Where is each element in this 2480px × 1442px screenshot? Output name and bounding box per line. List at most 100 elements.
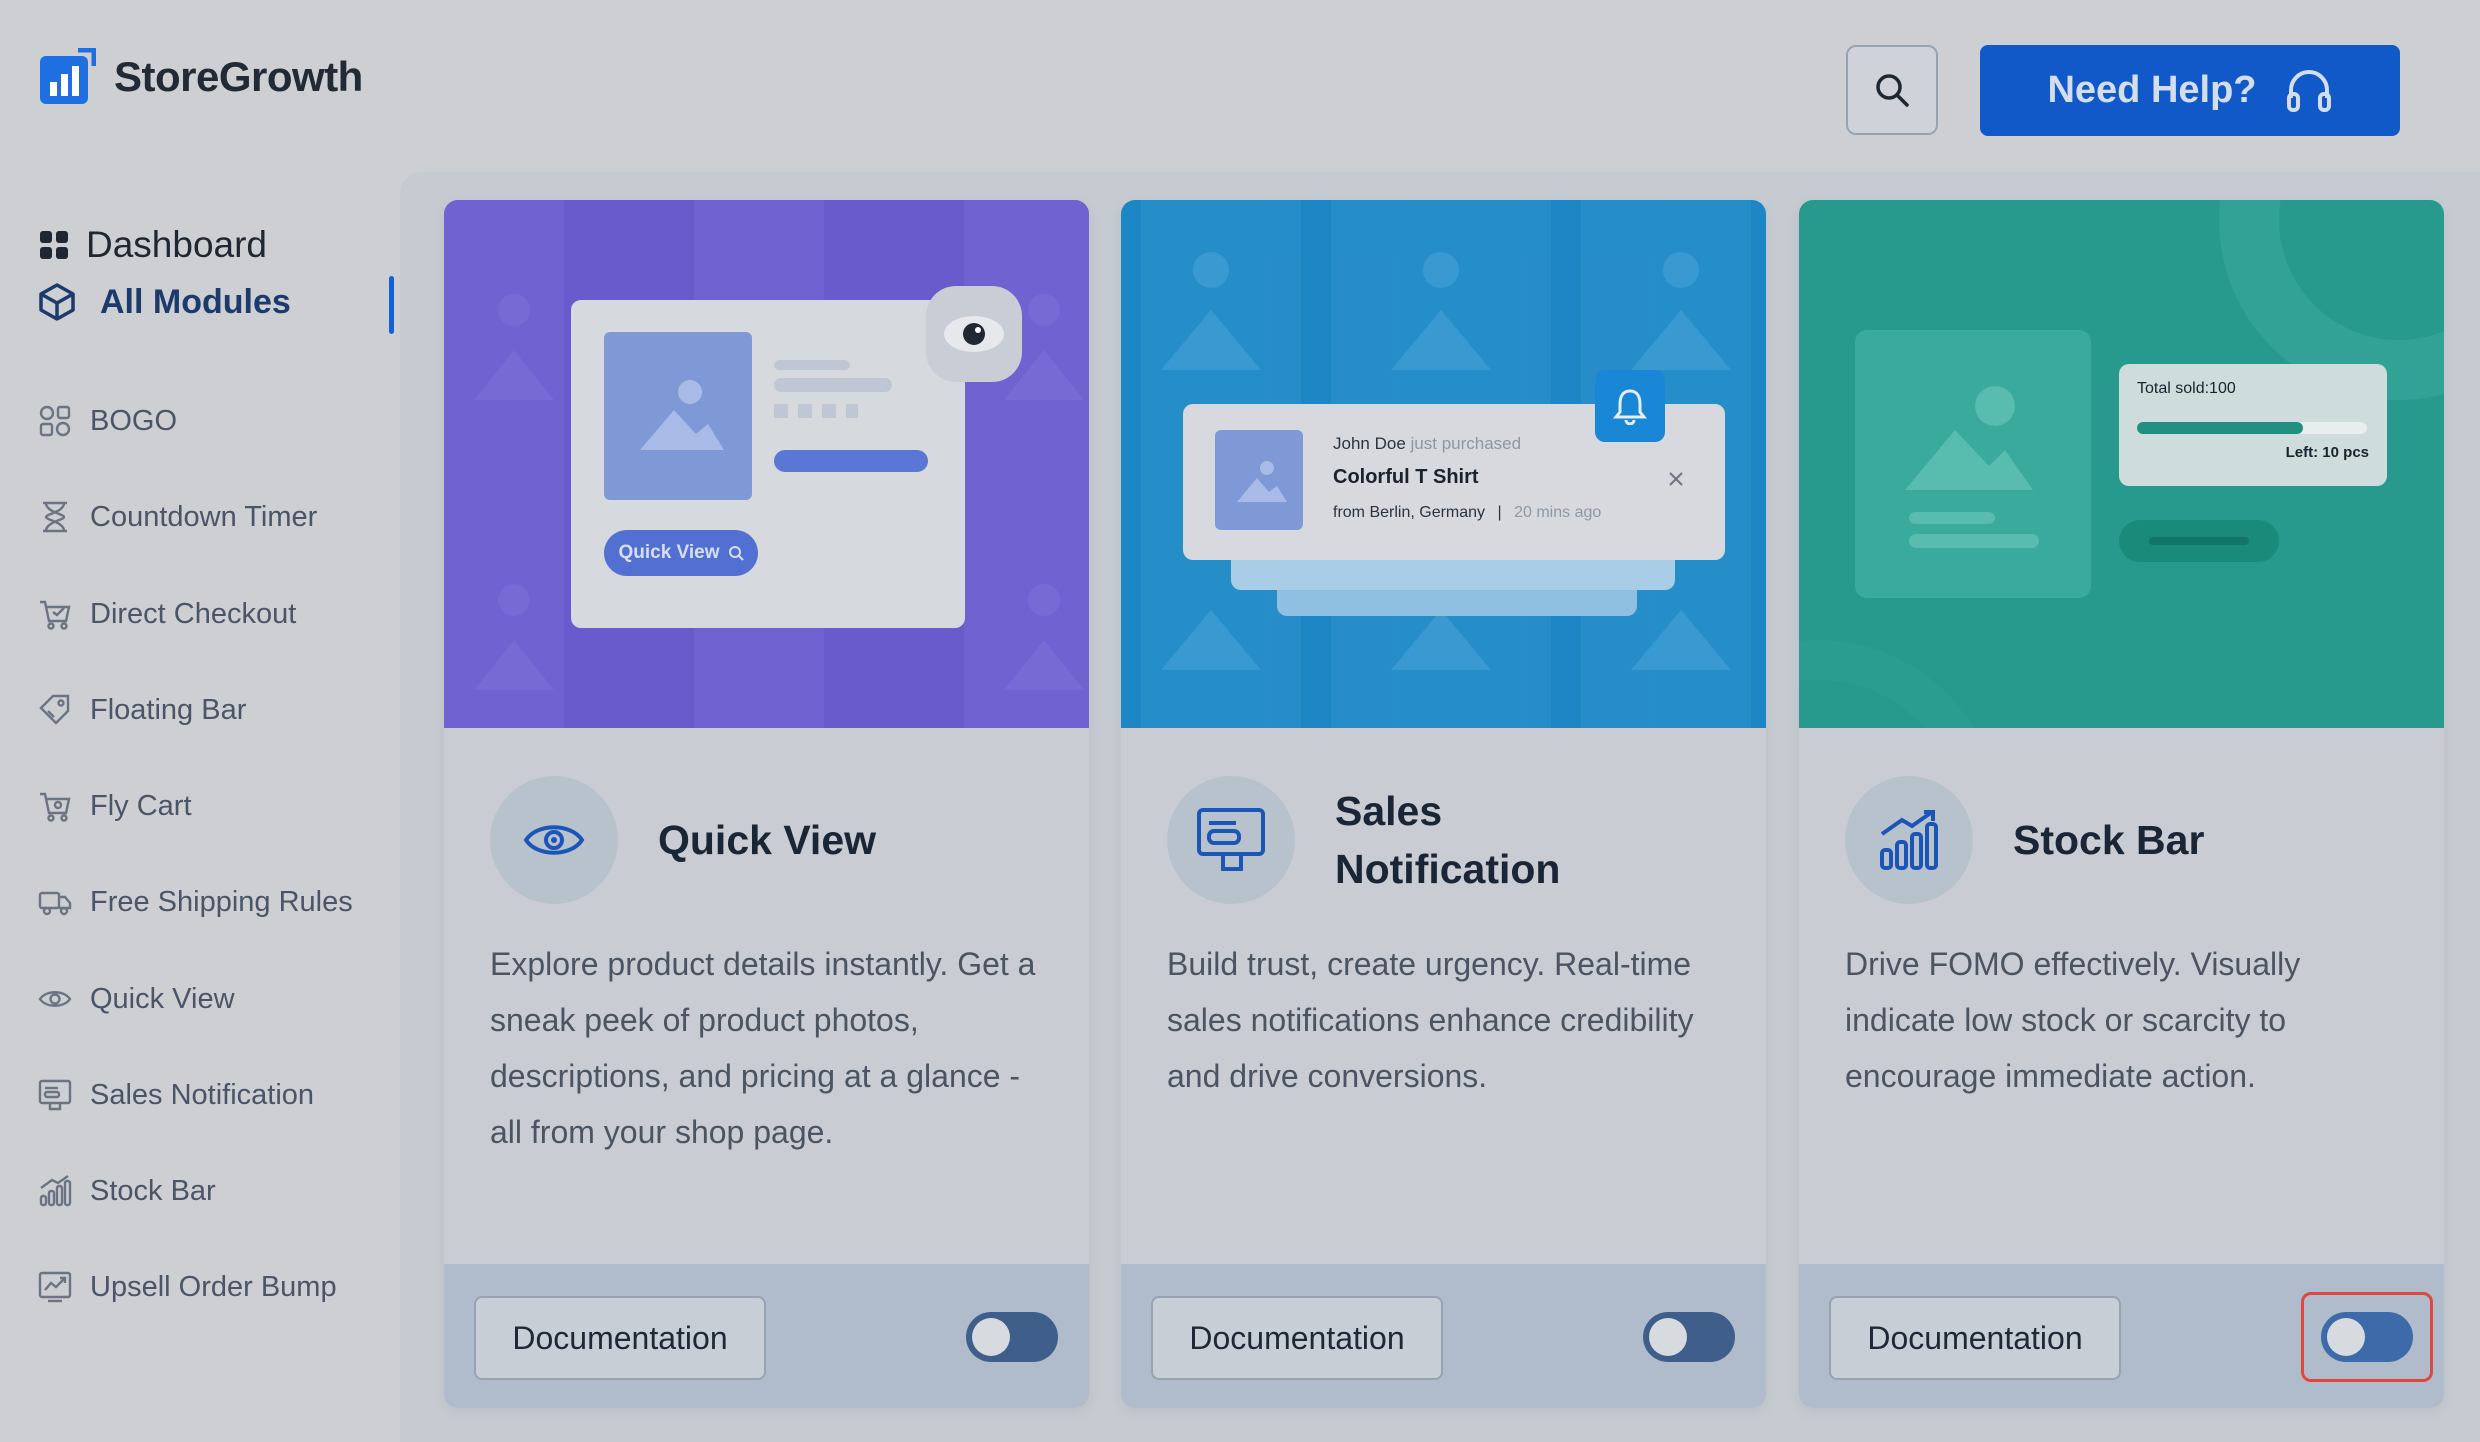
card-body: Quick View Explore product details insta… — [444, 728, 1089, 1264]
search-button[interactable] — [1846, 45, 1938, 135]
card-description: Build trust, create urgency. Real-time s… — [1167, 946, 1694, 1094]
sidebar-item-label: Countdown Timer — [90, 500, 318, 533]
sidebar-item-label: Stock Bar — [90, 1174, 216, 1207]
brand-name: StoreGrowth — [114, 53, 363, 100]
module-toggle[interactable] — [1643, 1312, 1735, 1362]
card-footer: Documentation — [1121, 1264, 1766, 1408]
sidebar-all-modules[interactable]: All Modules — [38, 282, 291, 322]
popup-meta-line: from Berlin, Germany | 20 mins ago — [1333, 504, 1601, 522]
card-icon-circle — [490, 776, 618, 904]
monitor-icon — [38, 1079, 72, 1111]
card-description: Explore product details instantly. Get a… — [490, 946, 1036, 1150]
module-card-quick-view: Quick View Quick View Explore product de… — [444, 200, 1089, 1408]
sidebar-item-sales-notification[interactable]: Sales Notification — [38, 1078, 314, 1112]
card-hero-image: John Doe just purchased Colorful T Shirt… — [1121, 200, 1766, 728]
bar-chart-icon — [39, 1175, 72, 1207]
stock-progress-fill — [2137, 422, 2303, 434]
close-icon — [1669, 472, 1683, 486]
card-icon-circle — [1167, 776, 1295, 904]
card-title: Stock Bar — [2013, 817, 2205, 863]
module-toggle[interactable] — [966, 1312, 1058, 1362]
sidebar-item-countdown-timer[interactable]: Countdown Timer — [38, 500, 317, 534]
sidebar-item-upsell-order-bump[interactable]: Upsell Order Bump — [38, 1270, 337, 1304]
toggle-knob — [1649, 1318, 1687, 1356]
mockup-dots — [774, 404, 858, 418]
eye-icon — [944, 316, 1004, 352]
eye-icon — [523, 825, 585, 855]
image-placeholder-icon — [1905, 386, 2039, 548]
image-placeholder-icon — [640, 380, 724, 450]
sidebar-item-quick-view[interactable]: Quick View — [38, 982, 235, 1016]
toggle-knob — [2327, 1318, 2365, 1356]
sidebar-item-direct-checkout[interactable]: Direct Checkout — [38, 597, 296, 631]
eye-icon — [38, 991, 72, 1007]
documentation-button[interactable]: Documentation — [474, 1296, 766, 1380]
sidebar-item-stock-bar[interactable]: Stock Bar — [38, 1174, 216, 1208]
mockup-buy-line — [2149, 537, 2249, 545]
mockup-text-line — [774, 360, 850, 370]
trend-icon — [38, 1271, 72, 1303]
documentation-button[interactable]: Documentation — [1151, 1296, 1443, 1380]
stock-progress-track — [2137, 422, 2367, 434]
sidebar-item-fly-cart[interactable]: Fly Cart — [38, 789, 192, 823]
popup-location: from Berlin, Germany — [1333, 504, 1486, 521]
stock-sold-label: Total sold:100 — [2137, 380, 2236, 397]
headset-icon — [2286, 69, 2331, 112]
popup-product-image — [1215, 430, 1303, 530]
hero-quick-view-button: Quick View — [604, 530, 758, 576]
documentation-button[interactable]: Documentation — [1829, 1296, 2121, 1380]
card-title: Quick View — [658, 817, 877, 863]
card-body: Stock Bar Drive FOMO effectively. Visual… — [1799, 728, 2444, 1264]
module-card-stock-bar: Total sold:100 Left: 10 pcs Stock Bar Dr… — [1799, 200, 2444, 1408]
dashboard-grid-icon — [40, 231, 68, 259]
search-icon — [728, 546, 744, 561]
toggle-knob — [972, 1318, 1010, 1356]
storegrowth-logo-icon — [40, 48, 96, 104]
sidebar-dashboard-label: Dashboard — [86, 224, 268, 265]
popup-buyer-line: John Doe just purchased — [1333, 434, 1521, 454]
bell-badge — [1595, 370, 1665, 442]
hourglass-icon — [43, 501, 67, 533]
mockup-image-placeholder — [604, 332, 752, 500]
card-hero-image: Total sold:100 Left: 10 pcs — [1799, 200, 2444, 728]
card-icon-circle — [1845, 776, 1973, 904]
sidebar-item-free-shipping-rules[interactable]: Free Shipping Rules — [38, 885, 353, 919]
card-footer: Documentation — [444, 1264, 1089, 1408]
popup-product-name: Colorful T Shirt — [1333, 466, 1479, 488]
card-description: Drive FOMO effectively. Visually indicat… — [1845, 946, 2301, 1094]
sidebar-item-label: BOGO — [90, 404, 178, 437]
stock-bar-popup: Total sold:100 Left: 10 pcs — [2119, 364, 2387, 486]
sidebar-item-floating-bar[interactable]: Floating Bar — [38, 693, 246, 727]
mockup-product-card — [1855, 330, 2091, 598]
image-placeholder-icon — [1237, 461, 1287, 502]
sidebar-item-label: Sales Notification — [90, 1078, 315, 1111]
need-help-button[interactable]: Need Help? — [1980, 45, 2400, 136]
bar-chart-icon — [1880, 810, 1938, 870]
hero-quick-view-label: Quick View — [618, 542, 720, 563]
module-toggle[interactable] — [2321, 1312, 2413, 1362]
sidebar-item-label: Fly Cart — [90, 789, 192, 822]
tag-icon — [39, 694, 70, 725]
need-help-label: Need Help? — [2047, 69, 2257, 111]
mockup-add-bar — [774, 450, 928, 472]
card-body: Sales Notification Build trust, create u… — [1121, 728, 1766, 1264]
sidebar-all-modules-label: All Modules — [100, 282, 291, 321]
monitor-icon — [1197, 808, 1265, 871]
sidebar-item-label: Quick View — [90, 982, 235, 1015]
truck-icon — [38, 891, 72, 916]
popup-time: 20 mins ago — [1514, 504, 1602, 521]
sidebar-item-label: Free Shipping Rules — [90, 885, 353, 918]
sidebar-dashboard[interactable]: Dashboard — [38, 224, 267, 266]
active-indicator — [389, 276, 394, 334]
card-hero-image: Quick View — [444, 200, 1089, 728]
sidebar-item-label: Upsell Order Bump — [90, 1270, 337, 1303]
card-title: Sales Notification — [1335, 788, 1561, 892]
mockup-text-line — [774, 378, 892, 392]
popup-action: just purchased — [1410, 434, 1522, 453]
cart-fly-icon — [40, 792, 71, 822]
brand-logo[interactable]: StoreGrowth — [38, 48, 363, 106]
sidebar-item-label: Direct Checkout — [90, 597, 297, 630]
cube-icon — [39, 283, 75, 321]
sidebar-item-bogo[interactable]: BOGO — [38, 404, 177, 438]
search-icon — [1876, 74, 1909, 107]
